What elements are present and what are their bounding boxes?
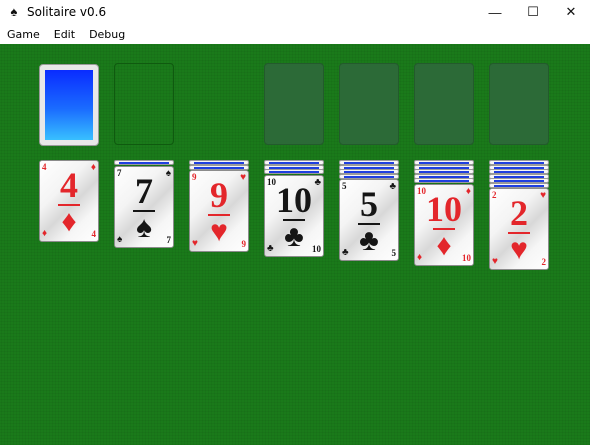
solitaire-window: ♠ Solitaire v0.6 — ☐ ✕ Game Edit Debug 4… xyxy=(0,0,590,445)
window-controls: — ☐ ✕ xyxy=(476,0,590,24)
stock-pile[interactable] xyxy=(39,64,99,146)
face-down-card[interactable] xyxy=(339,173,399,179)
window-title: Solitaire v0.6 xyxy=(27,5,107,19)
card-rank: 2 xyxy=(510,193,528,233)
card-10-of-diamonds[interactable]: 10 10 ♦ ♦ 10 ♦ xyxy=(414,183,474,266)
foundation-1[interactable] xyxy=(264,63,324,145)
close-button[interactable]: ✕ xyxy=(552,0,590,24)
foundation-4[interactable] xyxy=(489,63,549,145)
card-rank: 5 xyxy=(360,184,378,224)
face-down-card[interactable] xyxy=(114,160,174,165)
card-back xyxy=(45,70,93,140)
spade-icon: ♠ xyxy=(10,4,18,19)
card-9-of-hearts[interactable]: 9 9 ♥ ♥ 9 ♥ xyxy=(189,170,249,252)
menu-bar: Game Edit Debug xyxy=(0,24,590,44)
diamond-icon: ♦ xyxy=(436,228,452,262)
menu-edit[interactable]: Edit xyxy=(47,28,82,41)
card-rank: 10 xyxy=(426,188,462,229)
card-5-of-clubs[interactable]: 5 5 ♣ ♣ 5 ♣ xyxy=(339,179,399,261)
minimize-button[interactable]: — xyxy=(476,0,514,24)
card-4-of-diamonds[interactable]: 4 4 ♦ ♦ 4 ♦ xyxy=(39,160,99,242)
menu-game[interactable]: Game xyxy=(0,28,47,41)
heart-icon: ♥ xyxy=(510,233,528,266)
face-down-card[interactable] xyxy=(489,182,549,188)
card-10-of-clubs[interactable]: 10 10 ♣ ♣ 10 ♣ xyxy=(264,174,324,257)
card-7-of-spades[interactable]: 7 7 ♠ ♠ 7 ♠ xyxy=(114,165,174,248)
club-icon: ♣ xyxy=(359,224,379,257)
card-rank: 9 xyxy=(210,175,228,215)
club-icon: ♣ xyxy=(284,219,304,253)
foundation-3[interactable] xyxy=(414,63,474,145)
card-rank: 7 xyxy=(135,170,153,211)
spade-icon: ♠ xyxy=(136,210,152,244)
game-table: 4 4 ♦ ♦ 4 ♦ 7 7 ♠ ♠ 7 ♠ 9 9 ♥ ♥ 9 ♥ 10 10 ♣ ♣ 10 ♣ 5 5 ♣ ♣ 5 ♣ 10 10 ♦ ♦ 1… xyxy=(0,44,590,445)
face-down-card[interactable] xyxy=(414,178,474,183)
card-rank: 4 xyxy=(60,165,78,205)
foundation-2[interactable] xyxy=(339,63,399,145)
face-down-card[interactable] xyxy=(264,169,324,174)
diamond-icon: ♦ xyxy=(61,205,77,238)
heart-icon: ♥ xyxy=(210,215,228,248)
maximize-button[interactable]: ☐ xyxy=(514,0,552,24)
title-bar[interactable]: ♠ Solitaire v0.6 — ☐ ✕ xyxy=(0,0,590,24)
card-rank: 10 xyxy=(276,179,312,220)
card-2-of-hearts[interactable]: 2 2 ♥ ♥ 2 ♥ xyxy=(489,188,549,270)
waste-pile[interactable] xyxy=(114,63,174,145)
menu-debug[interactable]: Debug xyxy=(82,28,132,41)
face-down-card[interactable] xyxy=(189,164,249,170)
